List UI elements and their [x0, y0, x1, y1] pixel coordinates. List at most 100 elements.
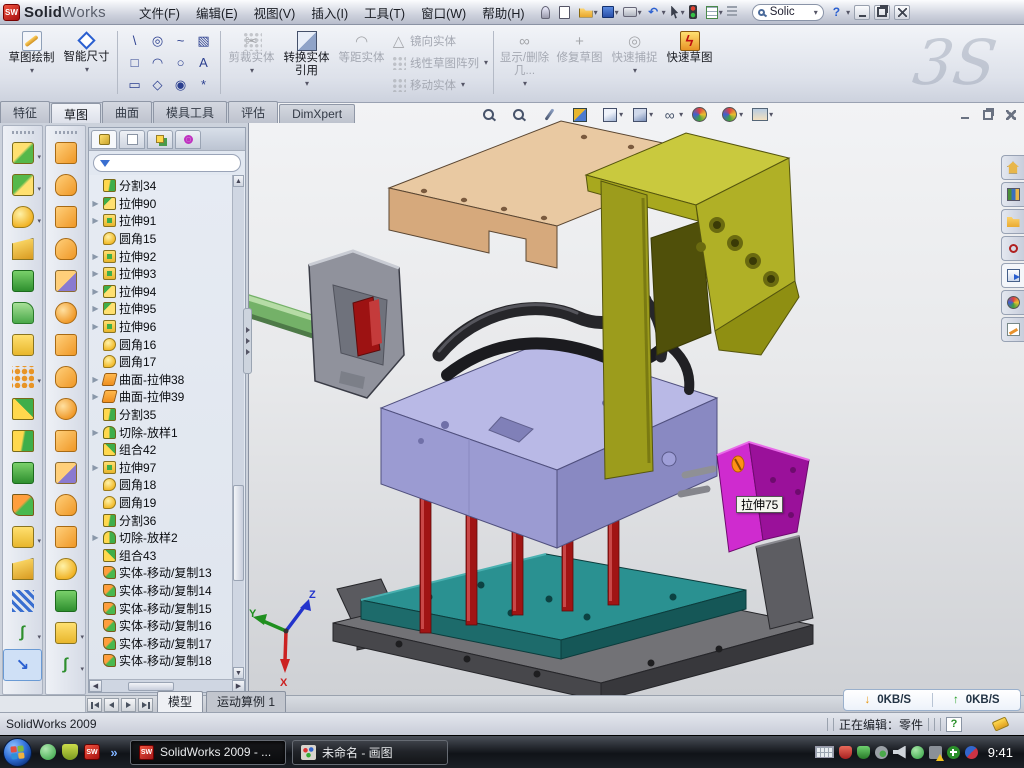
file-explorer-tab[interactable]: [1001, 209, 1024, 234]
tree-item[interactable]: ▶拉伸96: [91, 318, 231, 336]
tree-item[interactable]: ▶曲面-拉伸38: [91, 371, 231, 389]
tree-item[interactable]: ▶圆角19: [91, 494, 231, 512]
scroll-down-icon[interactable]: ▼: [233, 667, 244, 679]
tree-item[interactable]: ▶曲面-拉伸39: [91, 388, 231, 406]
menu-item[interactable]: 视图(V): [246, 0, 304, 25]
view-settings-icon[interactable]: ▾: [751, 106, 773, 123]
dropdown-arrow-icon[interactable]: ▾: [619, 110, 623, 119]
dropdown-arrow-icon[interactable]: ▾: [37, 153, 41, 161]
solidworks-icon[interactable]: SW: [84, 744, 100, 760]
dropdown-arrow-icon[interactable]: ▾: [769, 110, 773, 119]
first-tab-button[interactable]: [87, 698, 102, 712]
sketch-entity-tool[interactable]: A: [192, 52, 215, 74]
dropdown-arrow-icon[interactable]: ▾: [719, 8, 723, 17]
dropdown-arrow-icon[interactable]: ▾: [37, 537, 41, 545]
sketch-entity-tool[interactable]: ▧: [192, 30, 215, 52]
design-checker[interactable]: ▾: [704, 6, 725, 19]
tree-item[interactable]: ▶分割34: [91, 177, 231, 195]
help-dropdown-icon[interactable]: ▾: [846, 8, 850, 17]
security-icon[interactable]: [62, 744, 78, 760]
lofted-surface-tool[interactable]: ▾: [46, 233, 85, 265]
next-tab-button[interactable]: [121, 698, 136, 712]
doc-minimize-button[interactable]: [958, 108, 972, 121]
extruded-cut-tool[interactable]: ▾: [3, 169, 42, 201]
sketch-driven-pattern-tool[interactable]: ▾: [3, 361, 42, 393]
convert-entities-button[interactable]: 转换实体引用▾: [279, 27, 334, 98]
tree-item[interactable]: ▶拉伸97: [91, 459, 231, 477]
linear-pattern-tool[interactable]: ▾: [3, 265, 42, 297]
expander-icon[interactable]: ▶: [91, 199, 100, 208]
expander-icon[interactable]: ▶: [91, 304, 100, 313]
dropdown-arrow-icon[interactable]: ▾: [305, 79, 309, 88]
tree-item[interactable]: ▶实体-移动/复制18: [91, 652, 231, 670]
tree-item[interactable]: ▶切除-放样2: [91, 529, 231, 547]
custom-properties-tab[interactable]: [1001, 317, 1024, 342]
hole-wizard-tool[interactable]: ▾: [3, 329, 42, 361]
minimize-button[interactable]: [854, 5, 870, 20]
replace-face-tool[interactable]: ▾: [46, 585, 85, 617]
expander-icon[interactable]: ▶: [91, 392, 100, 401]
dropdown-arrow-icon[interactable]: ▾: [679, 110, 683, 119]
update-icon[interactable]: [875, 746, 888, 759]
tree-item[interactable]: ▶实体-移动/复制15: [91, 599, 231, 617]
tree-item[interactable]: ▶切除-放样1: [91, 423, 231, 441]
instant3d-tool[interactable]: ↘▾: [3, 649, 42, 681]
extend-surface-tool[interactable]: ▾: [46, 521, 85, 553]
dropdown-arrow-icon[interactable]: ▾: [37, 377, 41, 385]
menu-item[interactable]: 窗口(W): [413, 0, 474, 25]
panel-splitter[interactable]: [243, 308, 252, 374]
tree-item[interactable]: ▶拉伸94: [91, 283, 231, 301]
design-library-tab[interactable]: [1001, 182, 1024, 207]
apply-scene-icon[interactable]: ▾: [721, 106, 743, 123]
tree-item[interactable]: ▶圆角15: [91, 230, 231, 248]
last-tab-button[interactable]: [138, 698, 153, 712]
expander-icon[interactable]: ▶: [91, 252, 100, 261]
dropdown-arrow-icon[interactable]: ▾: [633, 66, 637, 75]
untrim-surface-tool[interactable]: ▾: [46, 489, 85, 521]
search-input[interactable]: [768, 5, 810, 19]
trim-surface-tool[interactable]: ▾: [46, 457, 85, 489]
propertymanager-tab[interactable]: [119, 130, 145, 149]
doc-close-button[interactable]: [1004, 108, 1018, 121]
taskbar-window-paint[interactable]: 未命名 - 画图: [292, 740, 448, 765]
solidworks-search-tab[interactable]: [1001, 236, 1024, 261]
tab-dimxpert[interactable]: DimXpert: [279, 104, 355, 123]
dimxpertmanager-tab[interactable]: [175, 130, 201, 149]
tag-icon[interactable]: [992, 716, 1010, 731]
sketch-entity-tool[interactable]: ◠: [146, 52, 169, 74]
tree-item[interactable]: ▶分割36: [91, 511, 231, 529]
tree-filter-input[interactable]: [93, 154, 241, 172]
sketch-entity-tool[interactable]: □: [123, 52, 146, 74]
tree-item[interactable]: ▶拉伸95: [91, 300, 231, 318]
radiate-surface-tool[interactable]: ▾: [46, 393, 85, 425]
language-keyboard-icon[interactable]: [815, 746, 834, 758]
chamfer-tool[interactable]: ▾: [3, 233, 42, 265]
edit-appearance-icon[interactable]: ▾: [691, 106, 713, 123]
expander-icon[interactable]: ▶: [91, 463, 100, 472]
new-document[interactable]: ▾: [557, 6, 577, 19]
sketch-button[interactable]: 草图绘制▾: [4, 27, 59, 98]
undo[interactable]: ↶▾: [644, 5, 668, 20]
sketch-entity-tool[interactable]: \: [123, 30, 146, 52]
search-dropdown-icon[interactable]: ▾: [814, 8, 818, 17]
intersect-tool[interactable]: ▾: [3, 457, 42, 489]
dropdown-arrow-icon[interactable]: ▾: [461, 80, 465, 89]
menu-item[interactable]: 文件(F): [131, 0, 188, 25]
sketch-entity-tool[interactable]: ◎: [146, 30, 169, 52]
appearances-scenes-tab[interactable]: [1001, 290, 1024, 315]
dropdown-arrow-icon[interactable]: ▾: [30, 66, 34, 75]
dropdown-arrow-icon[interactable]: ▾: [484, 58, 488, 67]
volume-icon[interactable]: [893, 746, 906, 759]
planar-surface-tool[interactable]: ▾: [46, 329, 85, 361]
shell-tool[interactable]: ▾: [3, 297, 42, 329]
sketch-entity-tool[interactable]: *: [192, 74, 215, 96]
graphics-viewport[interactable]: Y Z X ▾▾▾▾▾▾▾▾▾▾ 拉伸75: [248, 103, 1024, 695]
motion-study-tab[interactable]: 运动算例 1: [206, 691, 286, 712]
solidworks-resources-tab[interactable]: [1001, 155, 1024, 180]
messenger-tray-icon[interactable]: [965, 746, 978, 759]
expander-icon[interactable]: ▶: [91, 216, 100, 225]
zoom-to-area-icon[interactable]: ▾: [511, 106, 533, 123]
security-center-icon[interactable]: [857, 746, 870, 759]
tab-evaluate[interactable]: 评估: [228, 101, 278, 123]
sketch-entity-tool[interactable]: ~: [169, 30, 192, 52]
